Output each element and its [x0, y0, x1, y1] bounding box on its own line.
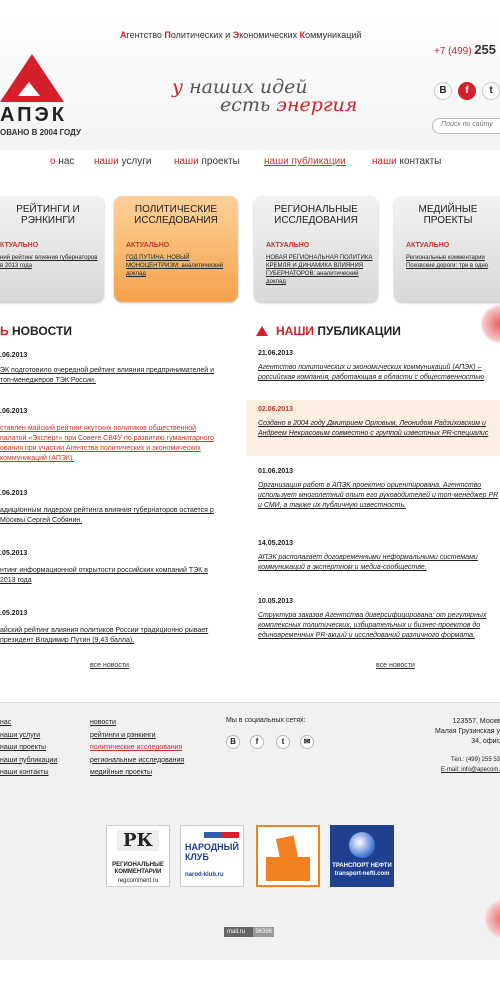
- partner-narod-klub[interactable]: НАРОДНЫЙ КЛУБ narod-klub.ru: [180, 825, 244, 887]
- decorative-shape: [480, 304, 500, 344]
- card-ratings[interactable]: РЕЙТИНГИ И РЭНКИНГИ КТУАЛЬНО ний рейтинг…: [0, 196, 104, 302]
- page: АПЭК ОВАНО В 2004 ГОДУ Агентство Политич…: [0, 14, 500, 960]
- publication-item: 21.06.2013 Агентство политических и эконо…: [258, 350, 485, 381]
- publication-item: 14.05.2013 АПЭК располагает договременным…: [258, 540, 478, 571]
- footer-sections: новости рейтинги и рэнкинги политические…: [90, 719, 185, 776]
- nav-publications[interactable]: наши публикации: [264, 156, 346, 167]
- slogan-line-2: есть энергия: [220, 94, 358, 116]
- news-link[interactable]: ЭК подготовило очередной рейтинг влияния…: [0, 366, 220, 386]
- publication-item-highlighted: 02.06.2013 Создано в 2004 году Дмитрием О…: [246, 400, 500, 456]
- news-link[interactable]: ставлен майский рейтинг якутских политик…: [0, 424, 220, 464]
- news-date: .06.2013: [0, 352, 28, 359]
- news-date: .05.2013: [0, 550, 28, 557]
- news-date: .05.2013: [0, 610, 28, 617]
- news-link[interactable]: нтинг информационной открытости российск…: [0, 566, 220, 586]
- publications-heading: НАШИ ПУБЛИКАЦИИ: [256, 324, 401, 338]
- news-heading: Ь НОВОСТИ: [0, 324, 72, 338]
- contacts: Тел.: (499) 255 53 E-mail: info@apecom.: [440, 757, 500, 773]
- footer: нас наши услуги наши проекты наши публик…: [0, 702, 500, 960]
- triangle-icon: [256, 326, 268, 336]
- partner-ballot[interactable]: [256, 825, 320, 887]
- nav-about[interactable]: о нас: [50, 156, 74, 167]
- globe-icon: [349, 832, 375, 858]
- news-date: .06.2013: [0, 490, 28, 497]
- twitter-icon[interactable]: t: [276, 735, 290, 749]
- news-link[interactable]: адиционным лидером рейтинга влияния губе…: [0, 506, 220, 526]
- nav-projects[interactable]: наши проекты: [174, 156, 240, 167]
- twitter-icon[interactable]: t: [482, 82, 500, 100]
- partner-regcomment[interactable]: РК РЕГИОНАЛЬНЫЕ КОММЕНТАРИИ regcomment.r…: [106, 825, 170, 887]
- partner-transport-nefti[interactable]: ТРАНСПОРТ НЕФТИ transport-nefti.com: [330, 825, 394, 887]
- news-date: .06.2013: [0, 408, 28, 415]
- mail-icon[interactable]: ✉: [300, 735, 314, 749]
- social-label: Мы в социальных сетях:: [226, 717, 306, 724]
- agency-title: Агентство Политических и Экономических К…: [120, 30, 362, 40]
- footer-nav: нас наши услуги наши проекты наши публик…: [0, 719, 58, 776]
- counter-badge[interactable]: mail.ru 96396: [224, 927, 274, 937]
- phone: +7 (499) 255 5: [434, 42, 500, 57]
- nav-contacts[interactable]: наши контакты: [372, 156, 441, 167]
- card-media-projects[interactable]: МЕДИЙНЫЕ ПРОЕКТЫ АКТУАЛЬНО Региональные …: [394, 196, 500, 302]
- logo[interactable]: АПЭК ОВАНО В 2004 ГОДУ: [0, 44, 81, 144]
- facebook-icon[interactable]: f: [250, 735, 264, 749]
- card-political-research[interactable]: ПОЛИТИЧЕСКИЕ ИССЛЕДОВАНИЯ АКТУАЛЬНО ГОД …: [114, 196, 238, 302]
- ballot-box-icon: [266, 857, 310, 881]
- publication-item: 01.06.2013 Организация работ в АПЭК проек…: [258, 468, 499, 509]
- decorative-shape: [484, 899, 500, 939]
- main-nav: о нас наши услуги наши проекты наши публ…: [0, 156, 500, 176]
- facebook-icon[interactable]: f: [458, 82, 476, 100]
- news-link[interactable]: айский рейтинг влияния политиков России …: [0, 626, 220, 646]
- blog-icon[interactable]: B: [226, 735, 240, 749]
- flag-icon: [187, 832, 239, 838]
- blog-icon[interactable]: B: [434, 82, 452, 100]
- publication-item: 10.05.2013 Структура заказов Агентства ди…: [258, 598, 487, 639]
- card-regional-research[interactable]: РЕГИОНАЛЬНЫЕ ИССЛЕДОВАНИЯ АКТУАЛЬНО НОВА…: [254, 196, 378, 302]
- all-news-link[interactable]: все новости: [90, 662, 129, 669]
- nav-services[interactable]: наши услуги: [94, 156, 151, 167]
- search-input[interactable]: Поиск по сайту: [432, 118, 500, 134]
- all-publications-link[interactable]: все новости: [376, 662, 415, 669]
- logo-name: АПЭК: [0, 104, 67, 126]
- address: 123557, Москв Малая Грузинская у 34, офис: [434, 718, 500, 745]
- header: АПЭК ОВАНО В 2004 ГОДУ Агентство Политич…: [0, 14, 500, 150]
- logo-year: ОВАНО В 2004 ГОДУ: [0, 128, 81, 137]
